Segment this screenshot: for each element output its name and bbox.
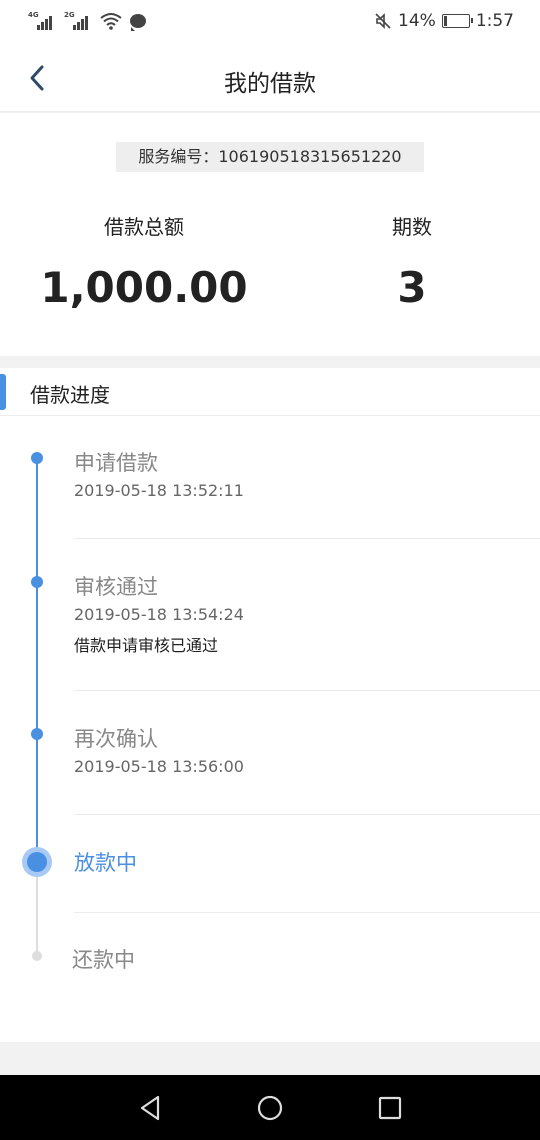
- nav-header: 我的借款: [0, 44, 540, 112]
- charging-icon: ⚡: [450, 16, 458, 26]
- status-bar: 4G 2G 14% ⚡ 1:57: [0, 0, 540, 44]
- step-title-current: 放款中: [74, 851, 137, 875]
- timeline-dot-done: [31, 452, 43, 464]
- step-divider: [74, 690, 540, 691]
- loan-summary: 服务编号：106190518315651220 借款总额 期数 1,000.00…: [0, 113, 540, 356]
- battery-percent: 14%: [398, 11, 436, 31]
- progress-section-title: 借款进度: [30, 383, 110, 407]
- step-divider: [74, 814, 540, 815]
- triangle-back-icon[interactable]: [136, 1093, 166, 1123]
- mute-icon: [375, 13, 391, 29]
- clock: 1:57: [475, 11, 514, 31]
- step-title: 还款中: [72, 948, 135, 972]
- timeline-dot-current: [22, 847, 52, 877]
- loan-progress: 借款进度 申请借款 2019-05-18 13:52:11 审核通过 2019-…: [0, 368, 540, 1042]
- step-divider: [74, 538, 540, 539]
- status-left: 4G 2G: [28, 11, 146, 31]
- step-time: 2019-05-18 13:56:00: [74, 757, 244, 776]
- periods-label: 期数: [392, 215, 432, 239]
- square-recent-icon[interactable]: [375, 1093, 405, 1123]
- section-accent-bar: [0, 374, 6, 410]
- step-note: 借款申请审核已通过: [74, 636, 219, 655]
- timeline-dot-done: [31, 728, 43, 740]
- battery-icon: ⚡: [441, 14, 473, 28]
- timeline-dot-pending: [32, 951, 42, 961]
- wifi-icon: [100, 13, 122, 30]
- circle-home-icon[interactable]: [255, 1093, 285, 1123]
- signal-icon: 4G: [28, 11, 56, 30]
- system-navigation-bar: [0, 1075, 540, 1140]
- loan-total-value: 1,000.00: [40, 263, 248, 312]
- step-time: 2019-05-18 13:52:11: [74, 481, 244, 500]
- page-title: 我的借款: [224, 71, 316, 97]
- timeline-line-completed: [36, 458, 38, 862]
- status-right: 14% ⚡ 1:57: [374, 11, 514, 31]
- step-title: 再次确认: [74, 727, 158, 751]
- message-icon: [130, 14, 146, 31]
- timeline-dot-done: [31, 576, 43, 588]
- signal-icon-2: 2G: [64, 11, 92, 30]
- step-divider: [74, 912, 540, 913]
- step-time: 2019-05-18 13:54:24: [74, 605, 244, 624]
- loan-total-label: 借款总额: [104, 215, 184, 239]
- step-title: 申请借款: [74, 451, 158, 475]
- service-number: 服务编号：106190518315651220: [116, 142, 424, 172]
- battery-fill: [443, 16, 447, 26]
- step-title: 审核通过: [74, 575, 158, 599]
- progress-section-header: 借款进度: [0, 368, 540, 416]
- periods-value: 3: [397, 263, 427, 312]
